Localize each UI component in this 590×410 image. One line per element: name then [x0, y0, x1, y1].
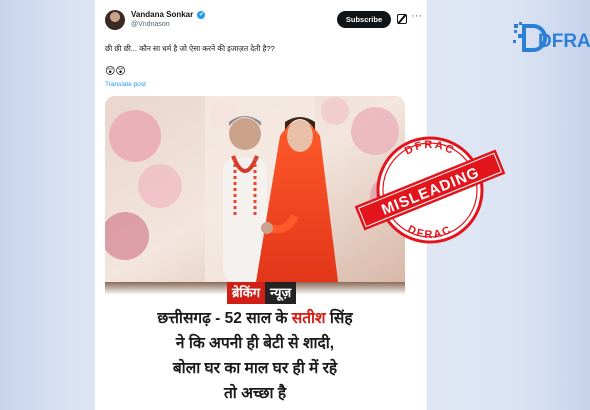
headline-name: सतीश	[291, 310, 326, 327]
subscribe-button[interactable]: Subscribe	[337, 11, 391, 28]
headline-line-1-pre: छत्तीसगढ़ - 52 साल के	[157, 310, 292, 327]
more-options-icon[interactable]: ···	[411, 10, 422, 22]
dfrac-logo: DFRA	[513, 22, 590, 52]
headline-line-1: छत्तीसगढ़ - 52 साल के सतीश सिंह	[105, 306, 405, 331]
news-headline: छत्तीसगढ़ - 52 साल के सतीश सिंह ने कि अप…	[105, 306, 405, 406]
breaking-label: ब्रेकिंग	[227, 282, 266, 304]
author-handle[interactable]: @Vndnason	[131, 21, 170, 28]
misleading-stamp: DFRAC DFRAC MISLEADING	[354, 136, 506, 244]
verified-badge-icon: ✔	[197, 10, 206, 19]
author-name[interactable]: Vandana Sonkar	[131, 10, 193, 19]
author-avatar[interactable]	[105, 10, 125, 30]
author-name-line[interactable]: Vandana Sonkar ✔	[131, 10, 206, 19]
tweet-emojis: 😲😲	[105, 66, 126, 77]
news-label: न्यूज़	[265, 282, 297, 304]
grok-icon[interactable]	[397, 14, 407, 24]
tweet-header: Vandana Sonkar ✔ @Vndnason Subscribe ···	[105, 8, 422, 42]
headline-line-2: ने कि अपनी ही बेटी से शादी,	[175, 335, 335, 352]
caption-overlay: ब्रेकिंग न्यूज़ छत्तीसगढ़ - 52 साल के सत…	[105, 282, 405, 410]
headline-line-1-post: सिंह	[325, 310, 353, 327]
headline-line-3: बोला घर का माल घर ही में रहे	[172, 360, 338, 377]
breaking-news-banner: ब्रेकिंग न्यूज़	[227, 282, 355, 304]
headline-line-4: तो अच्छा है	[223, 385, 287, 402]
logo-text: DFRA	[538, 31, 590, 52]
translate-post-link[interactable]: Translate post	[105, 81, 146, 88]
tweet-text: छी छी छी... कौन सा धर्म है जो ऐसा करने क…	[105, 44, 275, 53]
